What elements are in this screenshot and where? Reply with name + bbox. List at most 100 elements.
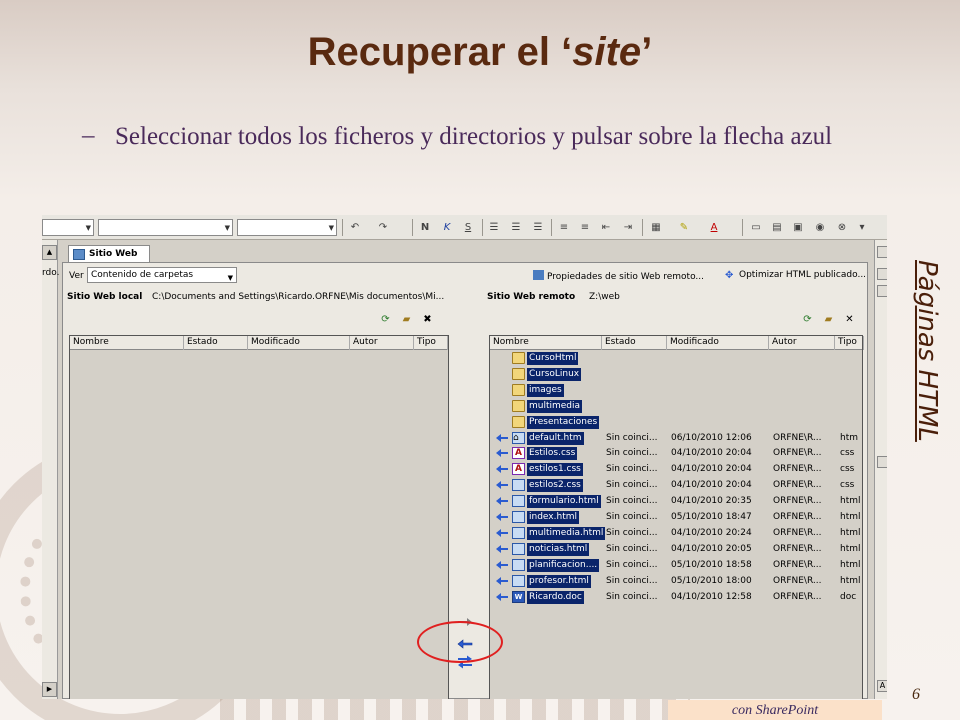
refresh-icon[interactable]: ⟳	[379, 314, 392, 326]
col-nombre[interactable]: Nombre	[490, 336, 602, 350]
footer-tag: con SharePoint	[668, 700, 882, 720]
table-layout-icon[interactable]: ▤	[769, 220, 785, 235]
col-estado[interactable]: Estado	[602, 336, 667, 350]
file-type: html	[840, 512, 861, 522]
left-side-panel: ▲ rdo. ▶	[42, 240, 59, 699]
optimize-html-link[interactable]: ✥ Optimizar HTML publicado...	[725, 270, 866, 281]
right-panel-button[interactable]	[877, 456, 887, 468]
remote-file-list[interactable]: Nombre Estado Modificado Autor Tipo Curs…	[489, 335, 864, 699]
col-modificado[interactable]: Modificado	[248, 336, 350, 350]
right-panel-button[interactable]	[877, 285, 887, 297]
indent-icon[interactable]: ⇥	[620, 220, 636, 235]
retrieve-arrow-icon	[496, 497, 508, 506]
file-author: ORFNE\R...	[773, 496, 822, 507]
html-file-icon	[512, 574, 525, 587]
italic-icon[interactable]: K	[439, 220, 455, 235]
scroll-up-button[interactable]: ▲	[42, 245, 57, 260]
remote-site-label: Sitio Web remoto	[487, 292, 576, 302]
border-icon[interactable]: ▦	[648, 220, 664, 235]
scroll-right-button[interactable]: ▶	[42, 682, 57, 697]
table-row[interactable]: formulario.html Sin coinci... 04/10/2010 2…	[490, 494, 862, 509]
delete-icon[interactable]: ✖	[421, 314, 434, 326]
undo-icon[interactable]: ↶	[347, 220, 363, 235]
optimize-icon: ✥	[725, 270, 734, 281]
table-row[interactable]: index.html Sin coinci... 05/10/2010 18:47 O…	[490, 510, 862, 525]
align-left-icon[interactable]: ☰	[486, 220, 502, 235]
file-name: planificacion....	[527, 558, 600, 572]
file-author: ORFNE\R...	[773, 512, 822, 522]
table-row[interactable]: CursoLinux	[490, 367, 862, 382]
outdent-icon[interactable]: ⇤	[598, 220, 614, 235]
font-combo[interactable]: ▼	[98, 219, 233, 236]
file-name: estilos1.css	[527, 463, 583, 477]
bullet-list-icon[interactable]: ≡	[577, 220, 593, 235]
table-row[interactable]: multimedia	[490, 399, 862, 414]
table-row[interactable]: noticias.html Sin coinci... 04/10/2010 20:…	[490, 542, 862, 557]
view-select[interactable]: Contenido de carpetas ▼	[87, 267, 237, 283]
tab-sitio-web[interactable]: Sitio Web	[68, 245, 150, 263]
table-row[interactable]: Aestilos1.css Sin coinci... 04/10/2010 20:…	[490, 462, 862, 477]
file-type: html	[840, 559, 861, 570]
table-row[interactable]: images	[490, 383, 862, 398]
right-panel-button[interactable]	[877, 268, 887, 280]
col-tipo[interactable]: Tipo	[414, 336, 448, 350]
retrieve-arrow-icon	[496, 449, 508, 458]
col-tipo[interactable]: Tipo	[835, 336, 864, 350]
folder-icon	[512, 367, 525, 380]
globe-icon[interactable]: ◉	[812, 220, 828, 235]
folder-icon	[512, 415, 525, 428]
file-name: multimedia	[527, 399, 583, 413]
font-color-icon[interactable]: A	[706, 220, 722, 235]
table-row[interactable]: planificacion.... Sin coinci... 05/10/2010…	[490, 558, 862, 573]
col-estado[interactable]: Estado	[184, 336, 248, 350]
style-combo[interactable]: ▼	[42, 219, 94, 236]
refresh-icon[interactable]: ⟳	[801, 314, 814, 326]
remote-properties-link[interactable]: Propiedades de sitio Web remoto...	[533, 270, 704, 282]
file-name: CursoHtml	[527, 352, 579, 365]
highlight-icon[interactable]: ✎	[676, 220, 692, 235]
redo-icon[interactable]: ↷	[375, 220, 391, 235]
col-autor[interactable]: Autor	[769, 336, 835, 350]
right-panel-button[interactable]	[877, 246, 887, 258]
table-row[interactable]: CursoHtml	[490, 351, 862, 366]
website-icon	[73, 249, 85, 260]
file-name: index.html	[527, 511, 579, 524]
remote-list-header: Nombre Estado Modificado Autor Tipo	[490, 336, 864, 350]
file-modified: 04/10/2010 20:05	[671, 543, 752, 554]
file-modified: 05/10/2010 18:00	[671, 575, 752, 586]
col-nombre[interactable]: Nombre	[70, 336, 184, 350]
file-status: Sin coinci...	[606, 512, 658, 522]
col-autor[interactable]: Autor	[350, 336, 414, 350]
table-row[interactable]: Presentaciones	[490, 415, 862, 430]
table-row[interactable]: multimedia.html Sin coinci... 04/10/2010 2…	[490, 526, 862, 541]
table-row[interactable]: ⌂ default.htm Sin coinci... 06/10/2010 12:0…	[490, 431, 862, 446]
col-modificado[interactable]: Modificado	[667, 336, 769, 350]
bold-icon[interactable]: N	[417, 220, 433, 235]
file-name: noticias.html	[527, 542, 590, 556]
numbered-list-icon[interactable]: ≡	[556, 220, 572, 235]
retrieve-arrow-icon	[496, 576, 508, 585]
home-page-icon: ⌂	[512, 431, 525, 444]
table-row[interactable]: A Estilos.css Sin coinci... 04/10/2010 20:0…	[490, 446, 862, 461]
file-status: Sin coinci...	[606, 591, 658, 602]
align-right-icon[interactable]: ☰	[530, 220, 546, 235]
image-icon[interactable]: ▣	[790, 220, 806, 235]
underline-icon[interactable]: S	[460, 220, 476, 235]
align-center-icon[interactable]: ☰	[508, 220, 524, 235]
file-modified: 04/10/2010 20:35	[671, 496, 752, 507]
file-name: CursoLinux	[527, 367, 582, 381]
options-icon[interactable]: ▾	[854, 220, 870, 235]
local-file-list[interactable]: Nombre Estado Modificado Autor Tipo	[69, 335, 449, 699]
html-file-icon	[512, 526, 525, 539]
close-icon[interactable]: ✕	[843, 314, 856, 326]
stop-icon[interactable]: ⊗	[834, 220, 850, 235]
new-folder-icon[interactable]: ▰	[400, 314, 413, 326]
new-folder-icon[interactable]: ▰	[822, 314, 835, 326]
table-row[interactable]: profesor.html Sin coinci... 05/10/2010 18:…	[490, 574, 862, 589]
size-combo[interactable]: ▼	[237, 219, 337, 236]
right-panel-button[interactable]: A	[877, 680, 887, 692]
table-row[interactable]: W Ricardo.doc Sin coinci... 04/10/2010 12:5…	[490, 590, 862, 605]
layer-icon[interactable]: ▭	[748, 220, 764, 235]
file-status: Sin coinci...	[606, 448, 658, 459]
table-row[interactable]: estilos2.css Sin coinci... 04/10/2010 20:0…	[490, 478, 862, 493]
